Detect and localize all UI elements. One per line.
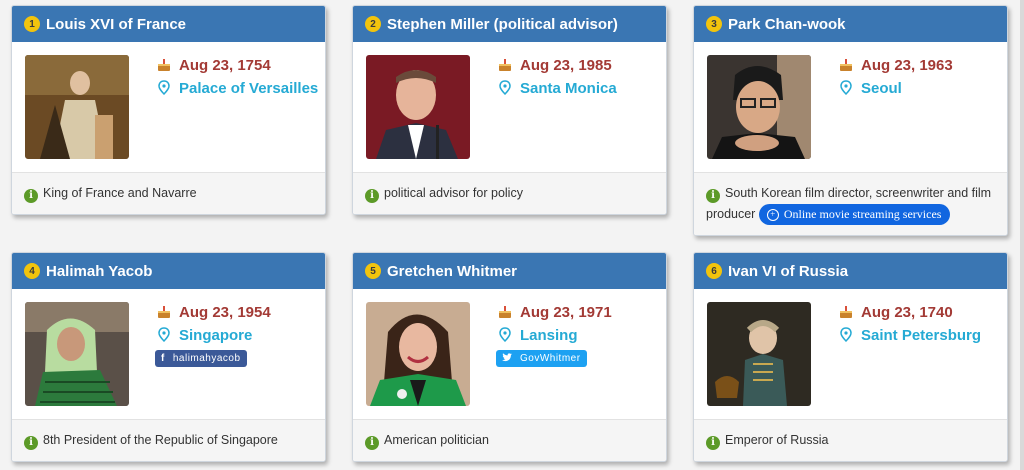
person-photo[interactable]	[25, 55, 129, 159]
description-text: political advisor for policy	[384, 186, 523, 200]
description-text: Emperor of Russia	[725, 433, 829, 447]
birth-date: Aug 23, 1971	[520, 304, 612, 321]
birth-date: Aug 23, 1740	[861, 304, 953, 321]
person-card[interactable]: 6 Ivan VI of Russia Aug 23, 1740 Saint P…	[693, 252, 1008, 462]
card-description: i South Korean film director, screenwrite…	[694, 172, 1007, 236]
card-description: i American politician	[353, 419, 666, 461]
person-name[interactable]: Stephen Miller (political advisor)	[387, 16, 618, 33]
card-description: i political advisor for policy	[353, 172, 666, 214]
info-icon: i	[24, 188, 38, 203]
card-header[interactable]: 1 Louis XVI of France	[12, 6, 325, 42]
birth-date: Aug 23, 1954	[179, 304, 271, 321]
social-handle: GovWhitmer	[520, 353, 581, 364]
plus-circle-icon: +	[766, 208, 779, 221]
person-photo[interactable]	[366, 302, 470, 406]
description-text: American politician	[384, 433, 489, 447]
info-icon: i	[24, 435, 38, 450]
info-icon: i	[365, 188, 379, 203]
birth-date: Aug 23, 1985	[520, 57, 612, 74]
scrollbar[interactable]	[1020, 0, 1024, 470]
facebook-icon: f	[161, 353, 165, 364]
person-name[interactable]: Louis XVI of France	[46, 16, 186, 33]
person-photo[interactable]	[707, 302, 811, 406]
person-card[interactable]: 3 Park Chan-wook Aug 23, 1963 Seoul i So…	[693, 5, 1008, 237]
rank-badge: 2	[365, 16, 381, 32]
person-name[interactable]: Park Chan-wook	[728, 16, 846, 33]
person-name[interactable]: Ivan VI of Russia	[728, 263, 848, 280]
cake-icon	[496, 54, 514, 73]
person-name[interactable]: Gretchen Whitmer	[387, 263, 517, 280]
person-card[interactable]: 5 Gretchen Whitmer Aug 23, 1971 Lansing …	[352, 252, 667, 462]
card-description: i 8th President of the Republic of Singap…	[12, 419, 325, 461]
rank-badge: 6	[706, 263, 722, 279]
map-pin-icon	[496, 324, 514, 342]
cake-icon	[837, 301, 855, 320]
birth-date: Aug 23, 1963	[861, 57, 953, 74]
person-card[interactable]: 4 Halimah Yacob Aug 23, 1954 Singapore f…	[11, 252, 326, 462]
birth-place-link[interactable]: Santa Monica	[520, 77, 617, 100]
birth-place-link[interactable]: Lansing	[520, 324, 578, 347]
twitter-icon	[502, 352, 512, 365]
card-description: i King of France and Navarre	[12, 172, 325, 214]
birth-place-link[interactable]: Palace of Versailles	[179, 77, 318, 100]
map-pin-icon	[837, 77, 855, 95]
person-photo[interactable]	[707, 55, 811, 159]
card-header[interactable]: 5 Gretchen Whitmer	[353, 253, 666, 289]
map-pin-icon	[155, 324, 173, 342]
social-handle: halimahyacob	[172, 353, 241, 364]
birth-place-link[interactable]: Saint Petersburg	[861, 324, 981, 347]
description-text: King of France and Navarre	[43, 186, 197, 200]
cake-icon	[155, 54, 173, 73]
rank-badge: 3	[706, 16, 722, 32]
person-card[interactable]: 2 Stephen Miller (political advisor) Aug…	[352, 5, 667, 215]
birth-date: Aug 23, 1754	[179, 57, 271, 74]
cake-icon	[837, 54, 855, 73]
twitter-link[interactable]: GovWhitmer	[496, 350, 587, 367]
info-icon: i	[706, 188, 720, 203]
person-photo[interactable]	[25, 302, 129, 406]
card-header[interactable]: 3 Park Chan-wook	[694, 6, 1007, 42]
map-pin-icon	[155, 77, 173, 95]
ad-label: Online movie streaming services	[783, 207, 942, 222]
info-icon: i	[706, 435, 720, 450]
cake-icon	[155, 301, 173, 320]
birth-place-link[interactable]: Singapore	[179, 324, 252, 347]
person-name[interactable]: Halimah Yacob	[46, 263, 152, 280]
card-header[interactable]: 4 Halimah Yacob	[12, 253, 325, 289]
card-header[interactable]: 2 Stephen Miller (political advisor)	[353, 6, 666, 42]
map-pin-icon	[496, 77, 514, 95]
birth-place-link[interactable]: Seoul	[861, 77, 902, 100]
person-card[interactable]: 1 Louis XVI of France Aug 23, 1754 Palac…	[11, 5, 326, 215]
rank-badge: 1	[24, 16, 40, 32]
map-pin-icon	[837, 324, 855, 342]
info-icon: i	[365, 435, 379, 450]
card-description: i Emperor of Russia	[694, 419, 1007, 461]
rank-badge: 4	[24, 263, 40, 279]
cake-icon	[496, 301, 514, 320]
facebook-link[interactable]: f halimahyacob	[155, 350, 247, 367]
streaming-ad-button[interactable]: + Online movie streaming services	[758, 204, 951, 226]
description-text: 8th President of the Republic of Singapo…	[43, 433, 278, 447]
rank-badge: 5	[365, 263, 381, 279]
person-photo[interactable]	[366, 55, 470, 159]
card-header[interactable]: 6 Ivan VI of Russia	[694, 253, 1007, 289]
